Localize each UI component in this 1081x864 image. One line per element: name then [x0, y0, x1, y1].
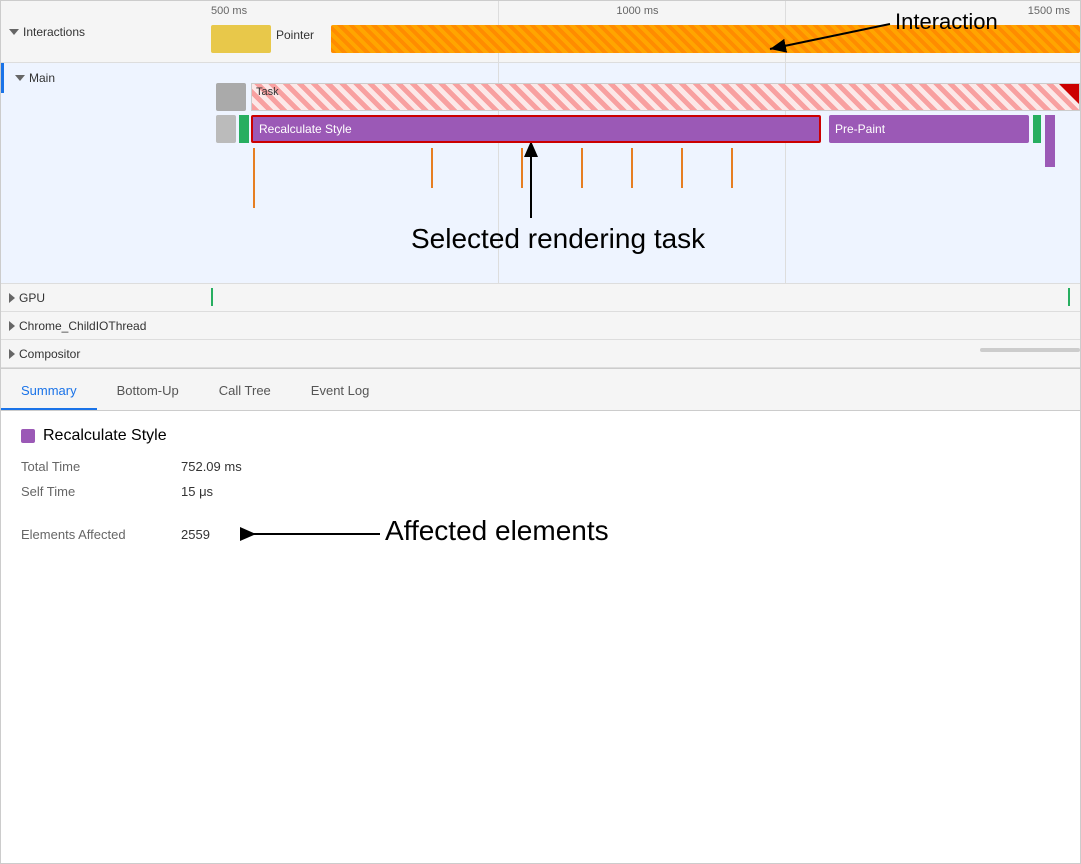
elements-val: 2559 — [181, 527, 210, 542]
expand-compositor-icon[interactable] — [9, 349, 15, 359]
collapse-main-icon[interactable] — [15, 75, 25, 81]
detail-color-box — [21, 429, 35, 443]
purple-right — [1045, 115, 1055, 167]
interactions-row: Interactions 500 ms 1000 ms 1500 ms Poin… — [1, 1, 1080, 63]
pointer-yellow-bar — [211, 25, 271, 53]
child-io-content — [211, 312, 1080, 339]
child-io-label: Chrome_ChildIOThread — [1, 319, 211, 333]
task-red-corner — [1059, 84, 1079, 104]
compositor-text: Compositor — [19, 347, 80, 361]
time-500: 500 ms — [211, 5, 247, 17]
gpu-text: GPU — [19, 291, 45, 305]
time-1000: 1000 ms — [616, 5, 658, 17]
green-bar-right — [1033, 115, 1041, 143]
collapse-interactions-icon[interactable] — [9, 29, 19, 35]
interaction-annotation-text: Interaction — [895, 9, 998, 34]
total-time-val: 752.09 ms — [181, 459, 242, 474]
child-io-text: Chrome_ChildIOThread — [19, 319, 146, 333]
compositor-content — [211, 340, 1080, 367]
elements-affected-row: Elements Affected 2559 Affected elements — [21, 509, 1060, 559]
gpu-content — [211, 284, 1080, 311]
tab-call-tree[interactable]: Call Tree — [199, 373, 291, 410]
affected-inner-row: Elements Affected 2559 Affected elements — [21, 509, 580, 559]
detail-panel: Recalculate Style Total Time 752.09 ms S… — [1, 411, 1080, 585]
task-label: Task — [256, 86, 279, 98]
prepaint-bar[interactable]: Pre-Paint — [829, 115, 1029, 143]
gray-bar-1 — [216, 83, 246, 111]
affected-annotation-label: Affected elements — [385, 515, 609, 546]
time-1500: 1500 ms — [1028, 5, 1070, 17]
recalculate-style-bar[interactable]: Recalculate Style — [251, 115, 821, 143]
tab-bottom-up[interactable]: Bottom-Up — [97, 373, 199, 410]
gpu-green-right — [1068, 288, 1070, 306]
render-annotation-svg: Selected rendering task — [271, 143, 771, 263]
main-timeline: Task Recalculate Style Pre-Paint — [211, 63, 1080, 283]
tab-call-tree-label: Call Tree — [219, 383, 271, 398]
tab-event-log[interactable]: Event Log — [291, 373, 390, 410]
main-row: Main Task Recalculate Style Pre-Paint — [1, 63, 1080, 284]
compositor-scrollbar — [980, 348, 1080, 352]
interactions-timeline: 500 ms 1000 ms 1500 ms Pointer — [211, 1, 1080, 62]
self-time-row: Self Time 15 μs — [21, 484, 1060, 499]
gpu-green-left — [211, 288, 213, 306]
gpu-label: GPU — [1, 291, 211, 305]
detail-title-text: Recalculate Style — [43, 427, 167, 445]
blue-left-bar — [1, 63, 4, 93]
interactions-label: Interactions — [1, 25, 211, 39]
self-time-key: Self Time — [21, 484, 181, 499]
prepaint-label: Pre-Paint — [835, 122, 885, 136]
render-annotation-text: Selected rendering task — [411, 223, 706, 254]
task-bar[interactable]: Task — [251, 83, 1080, 111]
expand-gpu-icon[interactable] — [9, 293, 15, 303]
tab-bottom-up-label: Bottom-Up — [117, 383, 179, 398]
recalc-label: Recalculate Style — [259, 122, 352, 136]
expand-child-io-icon[interactable] — [9, 321, 15, 331]
gpu-row: GPU — [1, 284, 1080, 312]
detail-title: Recalculate Style — [21, 427, 1060, 445]
main-label: Main — [1, 63, 211, 93]
tab-summary[interactable]: Summary — [1, 373, 97, 410]
green-small-bar — [239, 115, 249, 143]
affected-annotation-svg: Affected elements — [220, 509, 580, 559]
self-time-val: 15 μs — [181, 484, 213, 499]
pointer-label: Pointer — [276, 28, 314, 42]
interaction-arrow: Interaction — [710, 9, 1030, 64]
total-time-row: Total Time 752.09 ms — [21, 459, 1060, 474]
compositor-row: Compositor — [1, 340, 1080, 368]
interactions-text: Interactions — [23, 25, 85, 39]
child-io-row: Chrome_ChildIOThread — [1, 312, 1080, 340]
tabs-panel: Summary Bottom-Up Call Tree Event Log — [1, 369, 1080, 411]
tab-event-log-label: Event Log — [311, 383, 370, 398]
elements-key: Elements Affected — [21, 527, 181, 542]
tab-summary-label: Summary — [21, 383, 77, 398]
orange-left — [253, 148, 255, 208]
timeline-panel: Interactions 500 ms 1000 ms 1500 ms Poin… — [1, 1, 1080, 369]
compositor-label: Compositor — [1, 347, 211, 361]
main-text: Main — [29, 71, 55, 85]
total-time-key: Total Time — [21, 459, 181, 474]
gray-bar-2 — [216, 115, 236, 143]
